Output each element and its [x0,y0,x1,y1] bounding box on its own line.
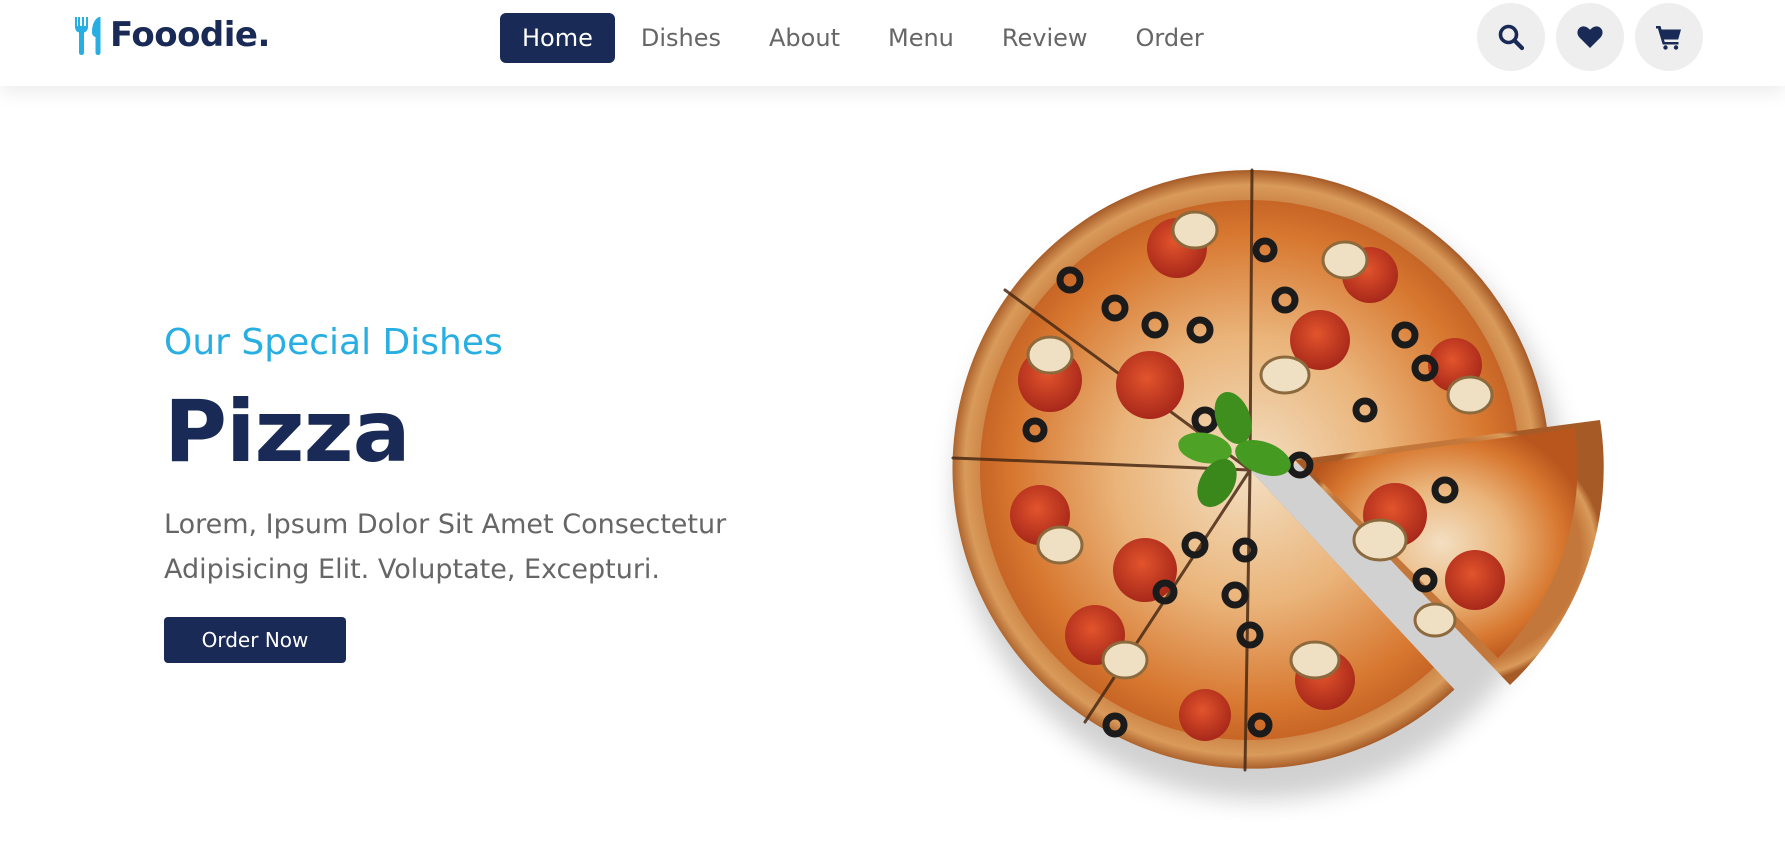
hero-subtitle: Our Special Dishes [164,322,503,363]
nav-link-home[interactable]: Home [500,13,615,63]
hero-content: Our Special Dishes Pizza Lorem, Ipsum Do… [164,318,784,663]
brand-name: Fooodie. [110,15,270,55]
pizza-image [915,140,1615,820]
logo[interactable]: Fooodie. [72,14,270,56]
cart-icon [1656,26,1681,50]
fork-spoon-icon [75,17,101,55]
search-button[interactable] [1477,3,1545,71]
nav-link-review[interactable]: Review [980,13,1110,63]
hero-title: Pizza [164,382,411,482]
favorites-button[interactable] [1556,3,1624,71]
nav-link-about[interactable]: About [747,13,862,63]
main-nav: Home Dishes About Menu Review Order [500,12,1230,64]
nav-link-menu[interactable]: Menu [866,13,976,63]
order-now-button[interactable]: Order Now [164,617,346,663]
hero-description: Lorem, Ipsum Dolor Sit Amet Consectetur … [164,509,727,585]
cart-button[interactable] [1635,3,1703,71]
search-icon [1498,24,1525,51]
heart-icon [1577,26,1603,48]
nav-link-dishes[interactable]: Dishes [619,13,743,63]
header-actions [1477,3,1714,71]
nav-link-order[interactable]: Order [1114,13,1226,63]
site-header: Fooodie. Home Dishes About Menu Review O… [0,0,1785,86]
